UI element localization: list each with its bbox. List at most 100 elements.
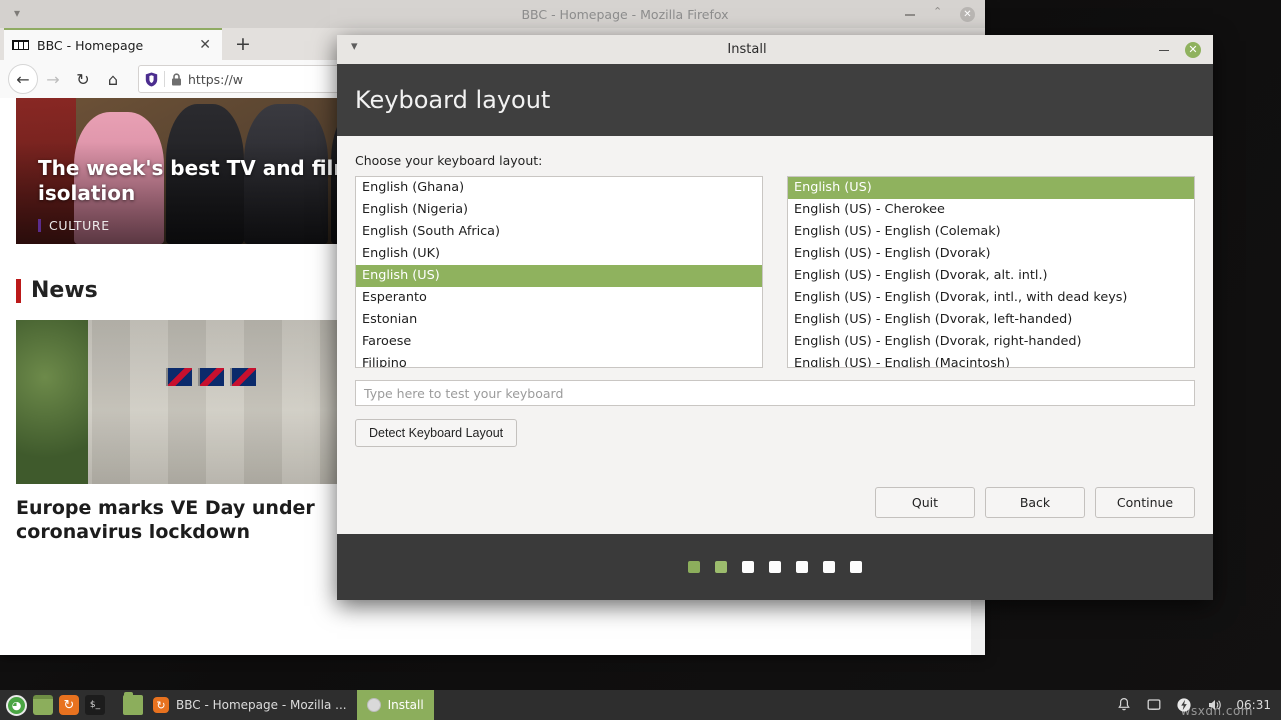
page-title: Keyboard layout [355, 86, 550, 114]
firefox-window-title: BBC - Homepage - Mozilla Firefox [330, 7, 902, 22]
taskbar-window-firefox[interactable]: ↻ BBC - Homepage - Mozilla ... [143, 690, 357, 720]
minimize-icon[interactable] [1157, 43, 1171, 57]
detect-keyboard-layout-button[interactable]: Detect Keyboard Layout [355, 419, 517, 447]
forward-button[interactable]: → [38, 64, 68, 94]
bbc-favicon-icon [12, 40, 29, 50]
progress-dot [850, 561, 862, 573]
progress-dots [688, 561, 862, 573]
close-icon[interactable]: ✕ [1185, 42, 1201, 58]
clock[interactable]: 06:31 [1236, 698, 1271, 712]
display-icon[interactable] [1146, 697, 1162, 713]
category-bar [38, 219, 41, 232]
language-item[interactable]: Faroese [356, 331, 762, 353]
variant-item[interactable]: English (US) [788, 177, 1194, 199]
taskbar-window-install[interactable]: Install [357, 690, 434, 720]
taskbar-launchers: ◕ ↻ $_ [0, 695, 143, 716]
keyboard-test-input[interactable]: Type here to test your keyboard [355, 380, 1195, 406]
hero-category-label: CULTURE [49, 218, 110, 233]
progress-dot [769, 561, 781, 573]
keyboard-test-placeholder: Type here to test your keyboard [364, 386, 563, 401]
flag-icon [230, 368, 256, 386]
quit-button[interactable]: Quit [875, 487, 975, 518]
variant-item[interactable]: English (US) - English (Dvorak, alt. int… [788, 265, 1194, 287]
variant-item[interactable]: English (US) - English (Dvorak, intl., w… [788, 287, 1194, 309]
folder-icon[interactable] [123, 695, 143, 715]
minimize-icon[interactable] [902, 6, 918, 22]
installer-titlebar[interactable]: ▾ Install ✕ [337, 35, 1213, 64]
progress-dot [688, 561, 700, 573]
language-listbox[interactable]: English (Ghana)English (Nigeria)English … [355, 176, 763, 368]
firefox-launcher-icon[interactable]: ↻ [59, 695, 79, 715]
installer-window-title: Install [337, 42, 1157, 57]
language-item[interactable]: Estonian [356, 309, 762, 331]
browser-tab-bbc[interactable]: BBC - Homepage ✕ [4, 28, 222, 60]
back-button[interactable]: ← [8, 64, 38, 94]
taskbar: ◕ ↻ $_ ↻ BBC - Homepage - Mozilla ... In… [0, 690, 1281, 720]
url-divider [164, 71, 165, 87]
variant-item[interactable]: English (US) - English (Dvorak, left-han… [788, 309, 1194, 331]
language-item[interactable]: English (US) [356, 265, 762, 287]
language-item[interactable]: English (Ghana) [356, 177, 762, 199]
taskbar-window-label: BBC - Homepage - Mozilla ... [176, 698, 347, 712]
news-article-headline[interactable]: Europe marks VE Day under coronavirus lo… [16, 496, 336, 545]
continue-button[interactable]: Continue [1095, 487, 1195, 518]
tab-title: BBC - Homepage [37, 38, 196, 53]
url-text: https://w [188, 72, 243, 87]
section-heading-news[interactable]: News [16, 278, 98, 303]
tree-foliage [16, 320, 88, 484]
show-desktop-icon[interactable] [33, 695, 53, 715]
system-tray: 06:31 [1116, 697, 1281, 713]
variant-item[interactable]: English (US) - Cherokee [788, 199, 1194, 221]
power-icon[interactable] [1176, 697, 1192, 713]
desktop-screen: ▾ BBC - Homepage - Mozilla Firefox ✕ BBC… [0, 0, 1281, 720]
terminal-icon[interactable]: $_ [85, 695, 105, 715]
installer-window-controls: ✕ [1157, 42, 1213, 58]
back-button[interactable]: Back [985, 487, 1085, 518]
language-item[interactable]: Esperanto [356, 287, 762, 309]
variant-list: English (US)English (US) - CherokeeEngli… [788, 177, 1194, 368]
mint-menu-icon[interactable]: ◕ [6, 695, 27, 716]
flag-icon [198, 368, 224, 386]
installer-footer [337, 534, 1213, 600]
progress-dot [823, 561, 835, 573]
variant-item[interactable]: English (US) - English (Macintosh) [788, 353, 1194, 368]
variant-item[interactable]: English (US) - English (Colemak) [788, 221, 1194, 243]
chevron-down-icon[interactable]: ▾ [14, 6, 20, 20]
lock-icon[interactable] [171, 73, 182, 86]
language-list: English (Ghana)English (Nigeria)English … [356, 177, 762, 368]
hero-headline-line2: isolation [38, 181, 135, 205]
firefox-window-controls: ✕ [902, 6, 985, 22]
installer-window[interactable]: ▾ Install ✕ Keyboard layout Choose your … [337, 35, 1213, 600]
variant-listbox[interactable]: English (US)English (US) - CherokeeEngli… [787, 176, 1195, 368]
installer-body: Choose your keyboard layout: English (Gh… [337, 136, 1213, 534]
hero-category-tag[interactable]: CULTURE [38, 218, 110, 233]
shield-icon[interactable] [145, 72, 158, 87]
tab-close-icon[interactable]: ✕ [196, 37, 214, 53]
section-label: News [31, 278, 98, 303]
chevron-down-icon[interactable]: ▾ [351, 39, 358, 54]
close-icon[interactable]: ✕ [960, 7, 975, 22]
keyboard-layout-lists: English (Ghana)English (Nigeria)English … [355, 176, 1195, 368]
language-item[interactable]: English (Nigeria) [356, 199, 762, 221]
progress-dot [796, 561, 808, 573]
taskbar-window-label: Install [388, 698, 424, 712]
flag-icon [166, 368, 192, 386]
new-tab-button[interactable]: + [232, 33, 254, 55]
firefox-titlebar-left: ▾ [0, 0, 330, 28]
language-item[interactable]: English (South Africa) [356, 221, 762, 243]
notifications-icon[interactable] [1116, 697, 1132, 713]
progress-dot [742, 561, 754, 573]
language-item[interactable]: English (UK) [356, 243, 762, 265]
reload-button[interactable]: ↻ [68, 64, 98, 94]
home-button[interactable]: ⌂ [98, 64, 128, 94]
firefox-titlebar[interactable]: BBC - Homepage - Mozilla Firefox ✕ [330, 0, 985, 28]
section-bar [16, 279, 21, 303]
variant-item[interactable]: English (US) - English (Dvorak) [788, 243, 1194, 265]
variant-item[interactable]: English (US) - English (Dvorak, right-ha… [788, 331, 1194, 353]
progress-dot [715, 561, 727, 573]
installer-nav-buttons: Quit Back Continue [875, 487, 1195, 518]
choose-layout-label: Choose your keyboard layout: [355, 153, 1195, 168]
maximize-icon[interactable] [931, 6, 947, 22]
language-item[interactable]: Filipino [356, 353, 762, 368]
volume-icon[interactable] [1206, 697, 1222, 713]
